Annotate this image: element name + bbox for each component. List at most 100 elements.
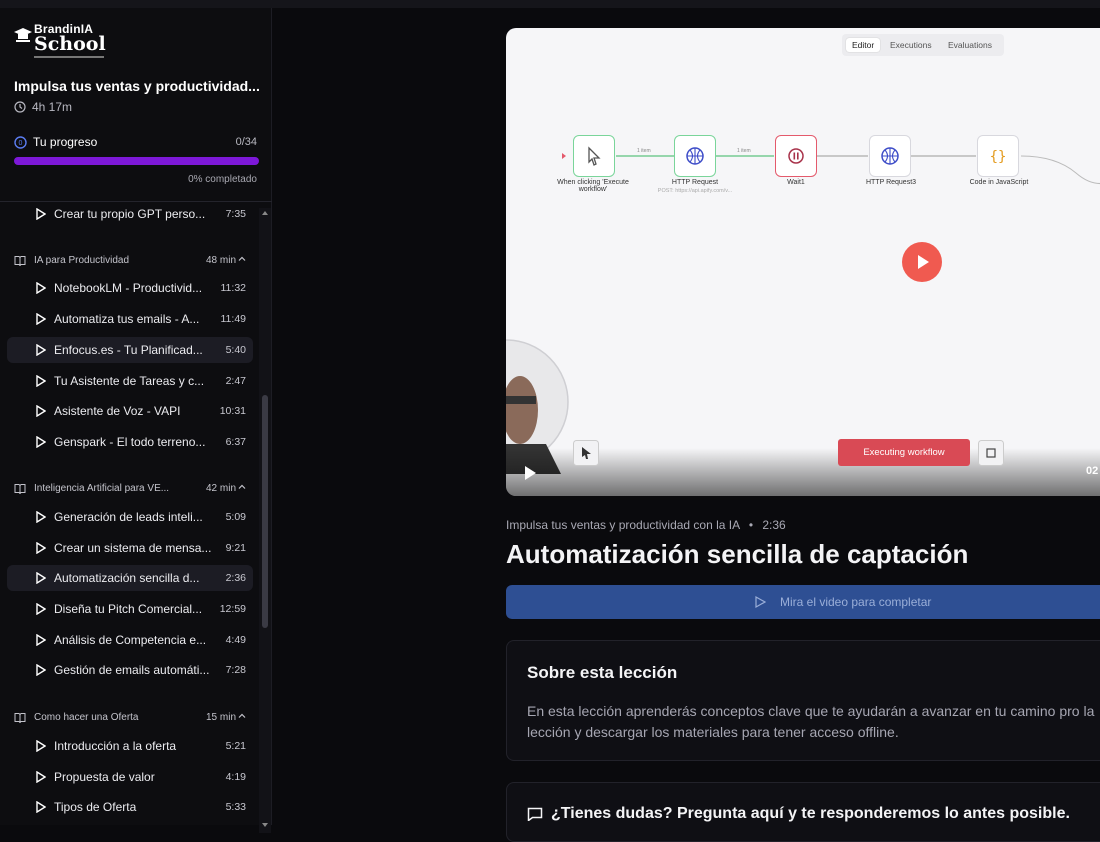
- section-title: Inteligencia Artificial para VE...: [34, 483, 170, 494]
- lesson-title: Análisis de Competencia e...: [54, 633, 207, 647]
- workflow-node-http: [674, 135, 716, 177]
- lesson-item[interactable]: Tu Asistente de Tareas y c... 2:47: [7, 368, 253, 394]
- play-icon: [36, 542, 46, 554]
- node-sublabel: POST: https://api.apify.com/v...: [657, 188, 733, 194]
- lesson-item[interactable]: Análisis de Competencia e... 4:49: [7, 627, 253, 653]
- play-outline-icon: [755, 596, 766, 608]
- video-play-small-icon[interactable]: [523, 465, 537, 481]
- section-header[interactable]: Inteligencia Artificial para VE... 42 mi…: [14, 481, 246, 497]
- lesson-item[interactable]: NotebookLM - Productivid... 11:32: [7, 275, 253, 301]
- progress-count: 0/34: [235, 136, 257, 148]
- lesson-item[interactable]: Enfocus.es - Tu Planificad... 5:40: [7, 337, 253, 363]
- node-label: HTTP Request: [671, 179, 719, 186]
- lesson-duration: 10:31: [219, 405, 246, 417]
- lesson-title: Propuesta de valor: [54, 770, 155, 784]
- lesson-item[interactable]: Propuesta de valor 4:19: [7, 764, 253, 790]
- lesson-duration: 4:49: [225, 634, 246, 646]
- course-duration-text: 4h 17m: [32, 100, 73, 114]
- lesson-duration: 6:37: [225, 436, 246, 448]
- workflow-node-http3: [869, 135, 911, 177]
- complete-lesson-button[interactable]: Mira el video para completar: [506, 585, 1100, 619]
- scroll-up-arrow-icon[interactable]: [262, 211, 268, 215]
- lesson-title: Genspark - El todo terreno...: [54, 435, 206, 449]
- video-player[interactable]: Editor Executions Evaluations 1 item 1 i…: [506, 28, 1100, 496]
- lesson-course-name[interactable]: Impulsa tus ventas y productividad con l…: [506, 518, 739, 532]
- progress-percent: 0% completado: [188, 174, 257, 185]
- brand-name-line2: School: [34, 33, 106, 55]
- edge-label: 1 item: [637, 148, 651, 154]
- book-icon: [14, 484, 26, 494]
- scroll-down-arrow-icon[interactable]: [262, 823, 268, 827]
- section-header[interactable]: IA para Productividad 48 min: [14, 253, 246, 269]
- workflow-node-wait: [775, 135, 817, 177]
- clock-icon: [14, 101, 26, 113]
- play-icon: [36, 313, 46, 325]
- executing-workflow-badge: Executing workflow: [838, 439, 970, 466]
- lesson-duration: 5:40: [225, 344, 246, 356]
- play-icon: [36, 603, 46, 615]
- scrollbar-thumb[interactable]: [262, 395, 268, 628]
- section-duration: 15 min: [205, 712, 236, 723]
- play-icon: [36, 511, 46, 523]
- lesson-duration: 2:47: [225, 375, 246, 387]
- play-icon: [36, 344, 46, 356]
- play-icon: [36, 405, 46, 417]
- lesson-title: Generación de leads inteli...: [54, 510, 203, 524]
- lesson-list[interactable]: Crear tu propio GPT perso... 7:35 IA par…: [0, 202, 258, 833]
- lesson-item[interactable]: Gestión de emails automáti... 7:28: [7, 657, 253, 683]
- brand-tagline-bar: [34, 56, 104, 58]
- about-body: En esta lección aprenderás conceptos cla…: [527, 703, 1095, 740]
- lesson-item-current[interactable]: Automatización sencilla d... 2:36: [7, 565, 253, 591]
- questions-card[interactable]: ¿Tienes dudas? Pregunta aquí y te respon…: [506, 782, 1100, 842]
- lesson-item[interactable]: Genspark - El todo terreno... 6:37: [7, 429, 253, 455]
- lesson-item[interactable]: Diseña tu Pitch Comercial... 12:59: [7, 596, 253, 622]
- brand-logo[interactable]: BrandinIA School: [14, 22, 106, 62]
- lesson-meta: Impulsa tus ventas y productividad con l…: [506, 518, 786, 532]
- video-play-button[interactable]: [902, 242, 942, 282]
- chat-bubble-icon: [527, 807, 543, 821]
- edge-label: 1 item: [737, 148, 751, 154]
- chevron-up-icon[interactable]: [238, 255, 246, 263]
- section-title: Como hacer una Oferta: [34, 712, 139, 723]
- section-duration: 48 min: [205, 255, 236, 266]
- play-icon: [36, 375, 46, 387]
- lesson-duration: 2:36: [762, 518, 786, 532]
- lesson-title: Enfocus.es - Tu Planificad...: [54, 343, 203, 357]
- play-icon: [36, 572, 46, 584]
- lesson-item[interactable]: Asistente de Voz - VAPI 10:31: [7, 398, 253, 424]
- lesson-title: Diseña tu Pitch Comercial...: [54, 602, 203, 616]
- globe-icon: [881, 147, 899, 165]
- lesson-title: Introducción a la oferta: [54, 739, 177, 753]
- lesson-item[interactable]: Introducción a la oferta 5:21: [7, 733, 253, 759]
- lesson-title: NotebookLM - Productivid...: [54, 281, 203, 295]
- top-bar: [0, 0, 1100, 8]
- lesson-item[interactable]: Crear tu propio GPT perso... 7:35: [7, 202, 253, 227]
- lesson-title: Tu Asistente de Tareas y c...: [54, 374, 205, 388]
- complete-lesson-label: Mira el video para completar: [780, 595, 932, 609]
- node-label: Wait1: [787, 179, 805, 186]
- course-duration: 4h 17m: [14, 100, 72, 114]
- lesson-item[interactable]: Automatiza tus emails - A... 11:49: [7, 306, 253, 332]
- lesson-title: Automatización sencilla d...: [54, 571, 200, 585]
- book-icon: [14, 713, 26, 723]
- lesson-item[interactable]: Tipos de Oferta 5:33: [7, 794, 253, 820]
- play-icon: [36, 208, 46, 220]
- about-heading: Sobre esta lección: [527, 663, 678, 682]
- workflow-node-trigger: [573, 135, 615, 177]
- lesson-duration: 5:33: [225, 801, 246, 813]
- sidebar-scrollbar[interactable]: [259, 208, 271, 833]
- progress-label: 0 Tu progreso: [14, 135, 97, 149]
- lesson-duration: 4:19: [225, 771, 246, 783]
- lesson-item[interactable]: Generación de leads inteli... 5:09: [7, 504, 253, 530]
- chevron-up-icon[interactable]: [238, 712, 246, 720]
- chevron-up-icon[interactable]: [238, 483, 246, 491]
- meta-dot: •: [748, 518, 754, 532]
- lesson-duration: 12:59: [219, 603, 246, 615]
- lesson-duration: 5:09: [225, 511, 246, 523]
- play-icon: [36, 282, 46, 294]
- lesson-item[interactable]: Crear un sistema de mensa... 9:21: [7, 535, 253, 561]
- play-icon: [36, 634, 46, 646]
- section-header[interactable]: Como hacer una Oferta 15 min: [14, 710, 246, 726]
- stop-icon[interactable]: [978, 440, 1004, 466]
- pointer-tool-icon[interactable]: [573, 440, 599, 466]
